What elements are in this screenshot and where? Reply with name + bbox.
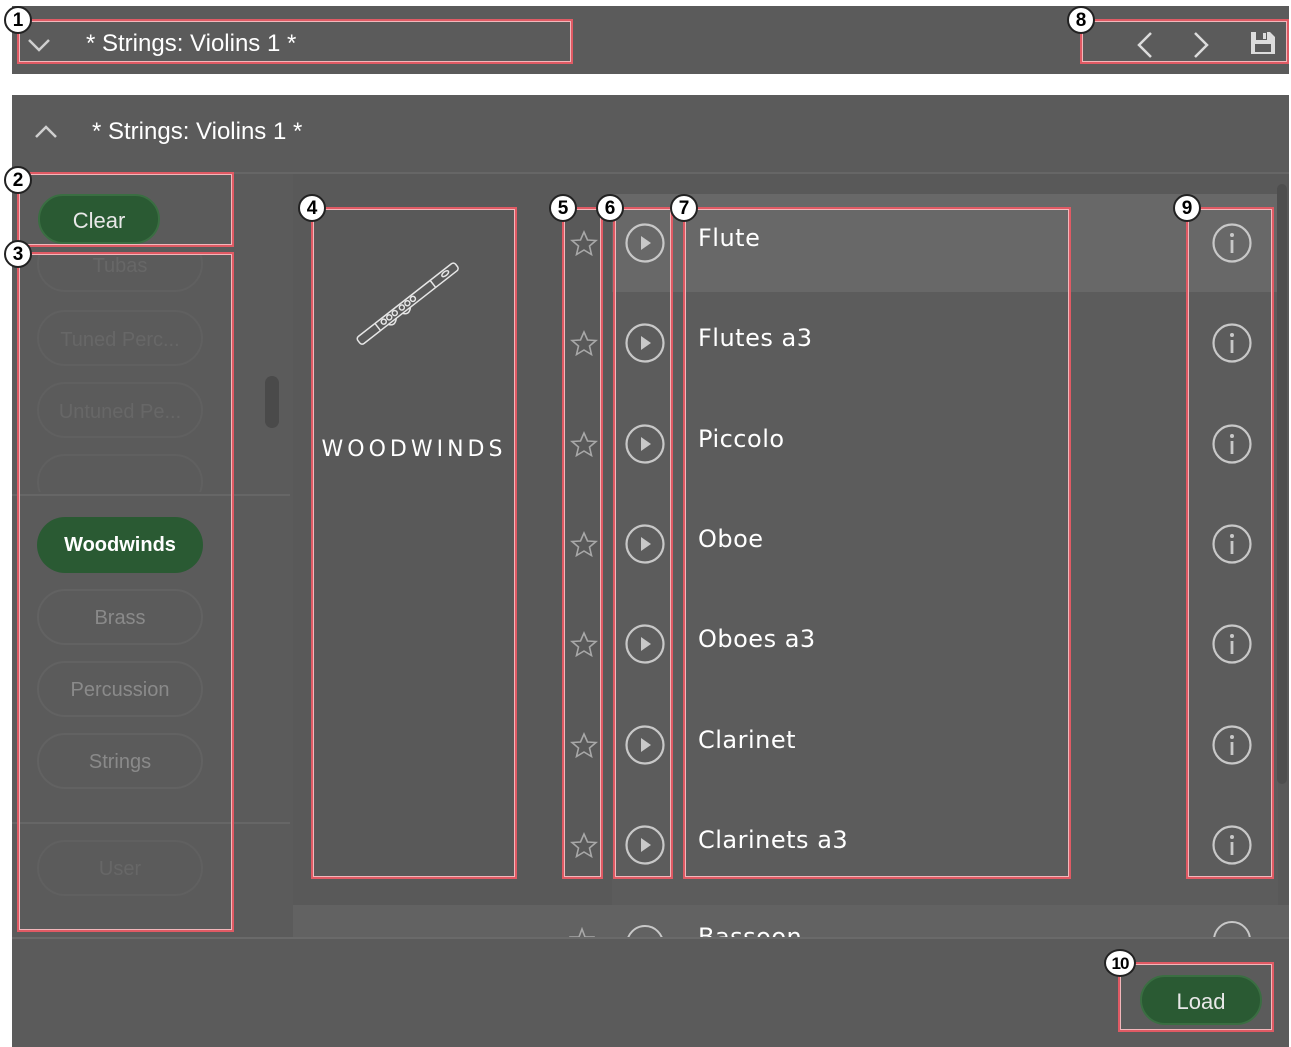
marker-1: 1	[4, 6, 32, 34]
annotation-box-8	[1080, 19, 1289, 64]
annotation-box-10	[1118, 962, 1274, 1032]
marker-6: 6	[596, 194, 624, 222]
filter-scrollbar[interactable]	[265, 376, 279, 428]
annotation-box-5	[562, 207, 603, 879]
annotation-box-3	[17, 252, 234, 932]
marker-9: 9	[1173, 194, 1201, 222]
annotation-box-6	[613, 207, 673, 879]
annotation-box-1	[17, 19, 573, 64]
annotation-box-4	[311, 207, 517, 879]
browser-title: * Strings: Violins 1 *	[92, 118, 303, 145]
footer-bar	[12, 937, 1289, 1047]
annotation-box-9	[1186, 207, 1274, 879]
annotation-box-2	[17, 172, 234, 247]
marker-2: 2	[4, 166, 32, 194]
info-icon[interactable]	[1213, 921, 1251, 937]
marker-7: 7	[670, 194, 698, 222]
chevron-up-icon[interactable]	[33, 123, 59, 141]
marker-8: 8	[1067, 6, 1095, 34]
marker-5: 5	[549, 194, 577, 222]
list-scrollbar[interactable]	[1277, 184, 1287, 784]
annotation-box-7	[683, 207, 1071, 879]
instrument-name[interactable]: Bassoon	[698, 923, 802, 937]
star-icon[interactable]	[569, 927, 595, 937]
marker-4: 4	[298, 194, 326, 222]
marker-3: 3	[4, 240, 32, 268]
instrument-row-cut[interactable]: Bassoon	[293, 905, 1289, 937]
marker-10: 10	[1104, 949, 1136, 977]
play-icon[interactable]	[626, 925, 664, 937]
